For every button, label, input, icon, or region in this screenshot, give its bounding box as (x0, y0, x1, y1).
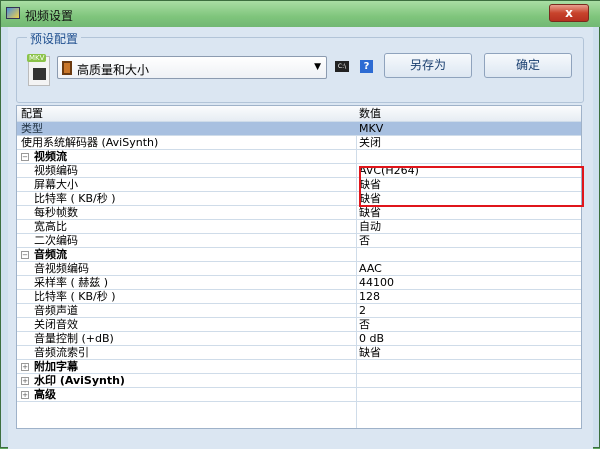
table-row[interactable]: 宽高比 自动 (17, 220, 581, 234)
row-label: 高级 (34, 388, 56, 401)
table-row[interactable]: 二次编码 否 (17, 234, 581, 248)
row-label: 采样率 ( 赫兹 ) (34, 276, 109, 289)
chevron-down-icon[interactable]: ▼ (314, 62, 321, 72)
row-value[interactable]: 否 (359, 234, 370, 247)
row-value[interactable]: 128 (359, 290, 380, 303)
row-value[interactable]: 自动 (359, 220, 381, 233)
row-label: 视频流 (34, 150, 67, 163)
row-label: 比特率 ( KB/秒 ) (34, 192, 116, 205)
highlight-annotation-box (359, 166, 584, 207)
expand-icon[interactable]: + (21, 377, 29, 385)
row-label: 二次编码 (34, 234, 78, 247)
row-label: 类型 (21, 122, 43, 135)
table-row[interactable]: 采样率 ( 赫兹 ) 44100 (17, 276, 581, 290)
clapperboard-icon (33, 68, 46, 80)
table-row[interactable]: + 附加字幕 (17, 360, 581, 374)
row-label: 每秒帧数 (34, 206, 78, 219)
row-label: 音频流索引 (34, 346, 89, 359)
table-row[interactable]: 关闭音效 否 (17, 318, 581, 332)
table-row[interactable]: − 音频流 (17, 248, 581, 262)
row-label: 使用系统解码器 (AviSynth) (21, 136, 159, 149)
row-label: 音量控制 (+dB) (34, 332, 114, 345)
command-line-icon[interactable]: C:\ (335, 61, 349, 72)
film-icon (62, 61, 72, 75)
help-icon[interactable]: ? (360, 60, 373, 73)
row-value[interactable]: 0 dB (359, 332, 384, 345)
title-bar[interactable]: 视频设置 x (1, 1, 600, 27)
row-value[interactable]: 缺省 (359, 206, 381, 219)
ok-button[interactable]: 确定 (484, 53, 572, 78)
row-value[interactable]: 2 (359, 304, 366, 317)
table-row[interactable]: + 高级 (17, 388, 581, 402)
header-setting[interactable]: 配置 (21, 106, 43, 121)
row-label: 宽高比 (34, 220, 67, 233)
mkv-format-icon: MKV (27, 54, 50, 86)
table-row[interactable]: 使用系统解码器 (AviSynth) 关闭 (17, 136, 581, 150)
table-row[interactable]: 音频声道 2 (17, 304, 581, 318)
row-label: 附加字幕 (34, 360, 78, 373)
expand-icon[interactable]: + (21, 363, 29, 371)
table-row[interactable]: 音频流索引 缺省 (17, 346, 581, 360)
window-title: 视频设置 (25, 9, 74, 23)
row-label: 屏幕大小 (34, 178, 78, 191)
row-value[interactable]: 缺省 (359, 346, 381, 359)
video-settings-window: 视频设置 x 预设配置 MKV 高质量和大小 ▼ C:\ ? 另存为 确定 配置… (0, 0, 600, 449)
close-button[interactable]: x (549, 4, 589, 22)
row-label: 水印 (AviSynth) (34, 374, 125, 387)
preset-group-label: 预设配置 (27, 30, 82, 47)
app-icon (6, 7, 20, 19)
expand-icon[interactable]: + (21, 391, 29, 399)
property-grid[interactable]: 配置 数值 类型 MKV 使用系统解码器 (AviSynth) 关闭 − 视频流 视频编码 A… (16, 105, 584, 429)
table-row[interactable]: − 视频流 (17, 150, 581, 164)
grid-header: 配置 数值 (17, 106, 581, 122)
dialog-body: 预设配置 MKV 高质量和大小 ▼ C:\ ? 另存为 确定 配置 数值 类型 M… (8, 27, 593, 449)
table-row[interactable]: 类型 MKV (17, 122, 581, 136)
save-as-button[interactable]: 另存为 (384, 53, 472, 78)
table-row[interactable]: 比特率 ( KB/秒 ) 128 (17, 290, 581, 304)
mkv-tag: MKV (27, 54, 47, 62)
header-value[interactable]: 数值 (359, 106, 381, 121)
row-value[interactable]: MKV (359, 122, 383, 135)
row-label: 音视频编码 (34, 262, 89, 275)
collapse-icon[interactable]: − (21, 251, 29, 259)
table-row[interactable]: 音视频编码 AAC (17, 262, 581, 276)
collapse-icon[interactable]: − (21, 153, 29, 161)
row-label: 关闭音效 (34, 318, 78, 331)
preset-selected-value: 高质量和大小 (77, 63, 150, 77)
row-label: 比特率 ( KB/秒 ) (34, 290, 116, 303)
table-row[interactable]: 音量控制 (+dB) 0 dB (17, 332, 581, 346)
row-label: 音频声道 (34, 304, 78, 317)
row-value[interactable]: 关闭 (359, 136, 381, 149)
row-value[interactable]: 否 (359, 318, 370, 331)
row-label: 视频编码 (34, 164, 78, 177)
table-row[interactable]: + 水印 (AviSynth) (17, 374, 581, 388)
row-value[interactable]: 44100 (359, 276, 394, 289)
preset-dropdown[interactable]: 高质量和大小 ▼ (57, 56, 327, 79)
row-label: 音频流 (34, 248, 67, 261)
preset-group: 预设配置 MKV 高质量和大小 ▼ C:\ ? 另存为 确定 (16, 30, 584, 103)
table-row[interactable]: 每秒帧数 缺省 (17, 206, 581, 220)
row-value[interactable]: AAC (359, 262, 382, 275)
